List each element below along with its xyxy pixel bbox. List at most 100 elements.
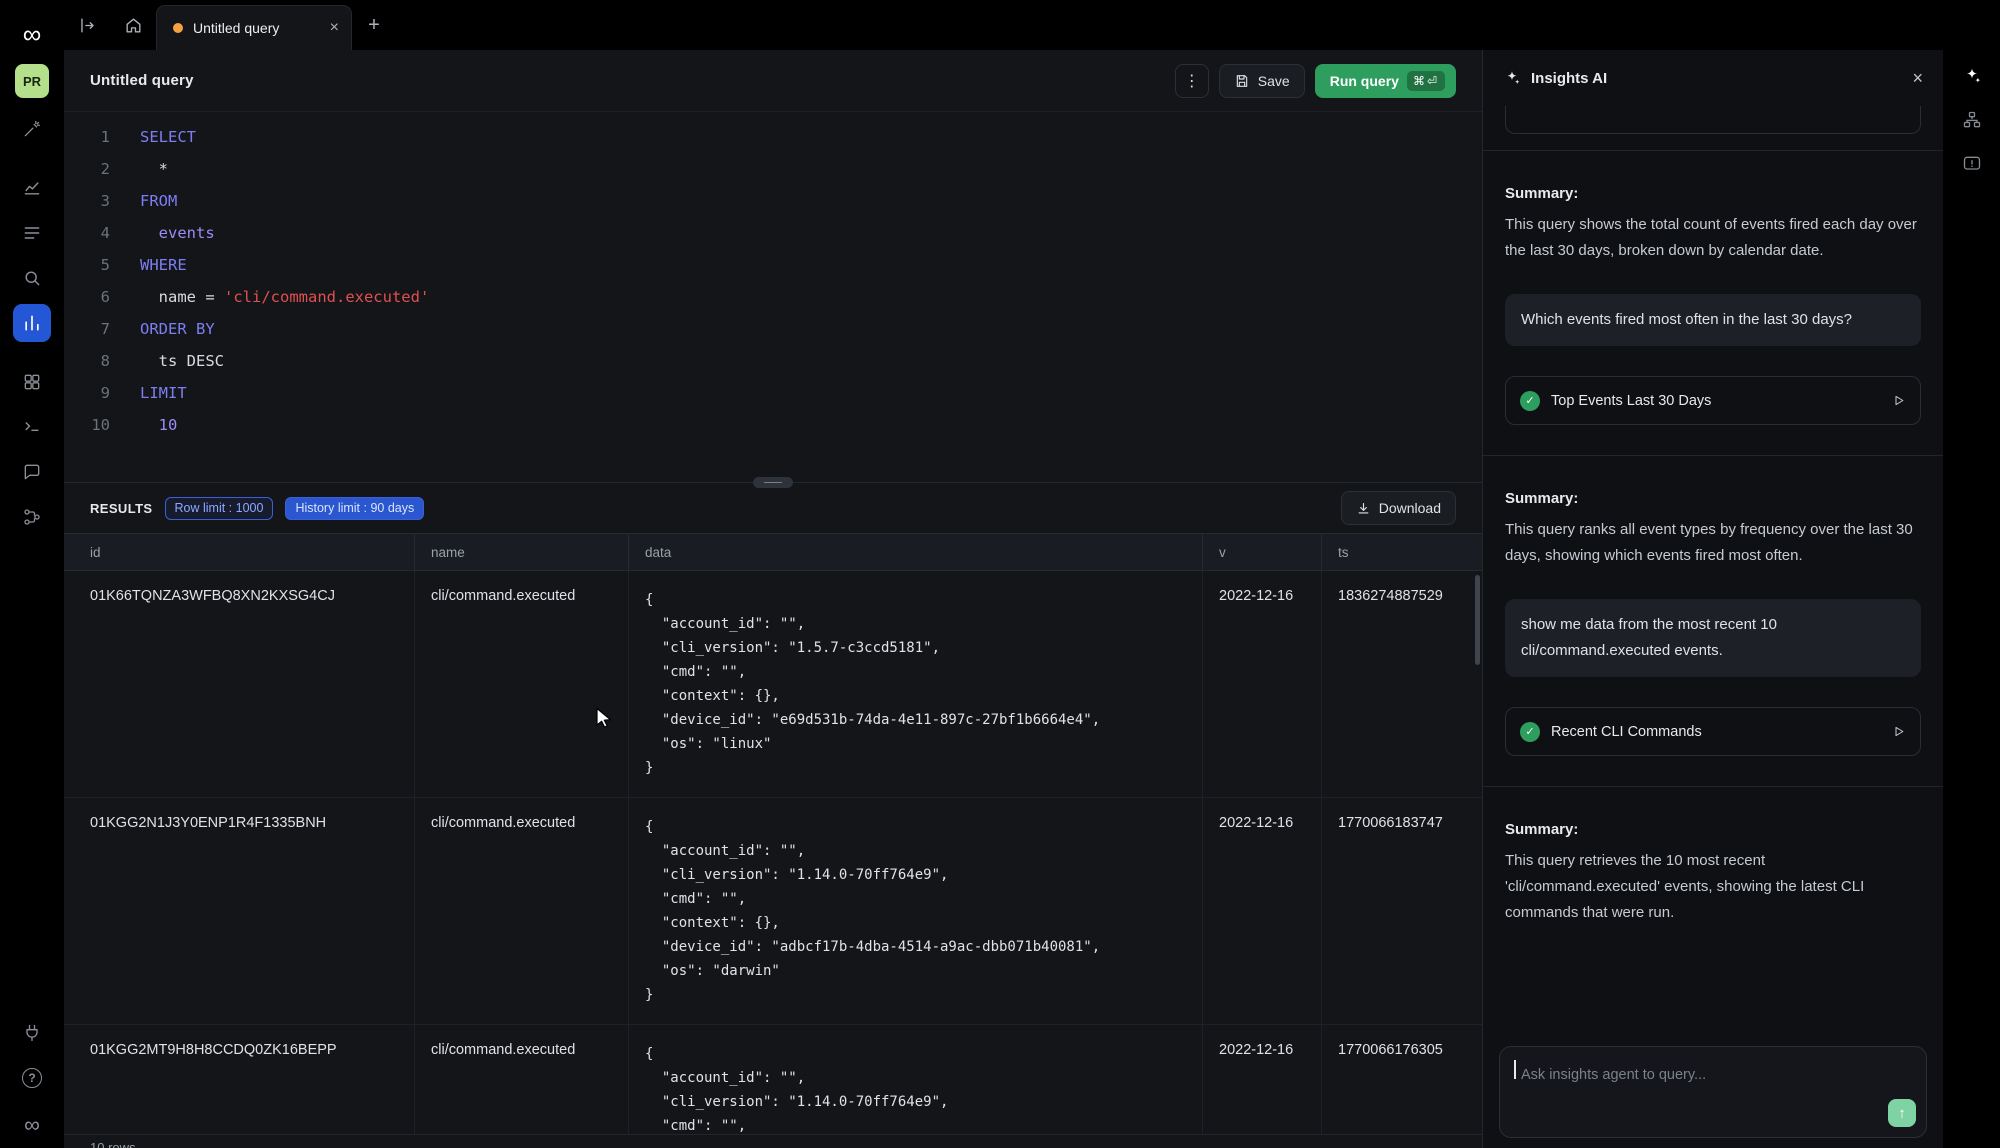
close-insights-icon[interactable]: ×	[1912, 68, 1923, 89]
app-sidebar: ∞ PR ? ∞	[0, 0, 64, 1148]
query-result-card[interactable]: ✓ Top Events Last 30 Days	[1505, 376, 1921, 425]
feedback-icon[interactable]	[1962, 154, 1982, 174]
success-check-icon: ✓	[1520, 722, 1540, 742]
cell-name: cli/command.executed	[414, 1025, 628, 1148]
tab-untitled-query[interactable]: Untitled query ×	[156, 5, 352, 50]
cell-ts: 1836274887529	[1321, 571, 1482, 797]
send-button[interactable]: ↑	[1888, 1099, 1916, 1127]
page-title: Untitled query	[90, 72, 194, 89]
line-number: 5	[64, 256, 110, 274]
summary-text: This query shows the total count of even…	[1505, 212, 1921, 264]
ask-agent-input[interactable]	[1500, 1047, 1926, 1091]
results-title: RESULTS	[90, 501, 153, 516]
success-check-icon: ✓	[1520, 391, 1540, 411]
row-limit-badge[interactable]: Row limit : 1000	[165, 497, 274, 520]
cell-name: cli/command.executed	[414, 798, 628, 1024]
magic-wand-icon[interactable]	[13, 110, 51, 148]
sidebar-toggle-icon[interactable]	[64, 0, 110, 50]
table-row[interactable]: 01KGG2MT9H8H8CCDQ0ZK16BEPP cli/command.e…	[64, 1025, 1482, 1148]
new-tab-button[interactable]: +	[352, 0, 396, 50]
home-icon[interactable]	[110, 0, 156, 50]
play-icon[interactable]	[1891, 724, 1906, 739]
run-query-button[interactable]: Run query ⌘⏎	[1315, 64, 1456, 98]
bar-chart-icon-active[interactable]	[13, 304, 51, 342]
code-line: 10 10	[64, 409, 1482, 441]
insights-ai-icon[interactable]	[1962, 66, 1982, 86]
cell-data: { "account_id": "", "cli_version": "1.14…	[628, 798, 1202, 1024]
schema-tree-icon[interactable]	[1962, 110, 1982, 130]
workflow-icon[interactable]	[13, 498, 51, 536]
summary-label: Summary:	[1505, 490, 1921, 507]
table-header: id name data v ts	[64, 533, 1482, 571]
download-button[interactable]: Download	[1341, 491, 1456, 525]
section-divider	[1483, 786, 1943, 787]
more-options-button[interactable]: ⋮	[1175, 64, 1209, 98]
sparkle-icon	[1503, 69, 1521, 87]
insights-conversation[interactable]: Summary: This query shows the total coun…	[1483, 106, 1943, 1046]
line-number: 1	[64, 128, 110, 146]
chat-icon[interactable]	[13, 453, 51, 491]
column-header-ts[interactable]: ts	[1321, 534, 1482, 570]
rows-list-icon[interactable]	[13, 214, 51, 252]
workspace-avatar[interactable]: PR	[15, 64, 49, 98]
insights-header: Insights AI ×	[1483, 50, 1943, 106]
line-number: 9	[64, 384, 110, 402]
code-line: 5WHERE	[64, 249, 1482, 281]
cell-id: 01K66TQNZA3WFBQ8XN2KXSG4CJ	[64, 571, 414, 797]
history-limit-badge[interactable]: History limit : 90 days	[285, 497, 424, 520]
summary-text: This query retrieves the 10 most recent …	[1505, 848, 1921, 926]
summary-text: This query ranks all event types by freq…	[1505, 517, 1921, 569]
plug-icon[interactable]	[13, 1014, 51, 1052]
scrolled-card-fragment	[1505, 106, 1921, 134]
line-number: 2	[64, 160, 110, 178]
code-line: 1SELECT	[64, 121, 1482, 153]
save-button[interactable]: Save	[1219, 64, 1305, 98]
cell-ts: 1770066176305	[1321, 1025, 1482, 1148]
cell-data: { "account_id": "", "cli_version": "1.5.…	[628, 571, 1202, 797]
column-header-v[interactable]: v	[1202, 534, 1321, 570]
panel-resize-handle[interactable]	[753, 477, 793, 488]
column-header-id[interactable]: id	[64, 534, 414, 570]
line-number: 8	[64, 352, 110, 370]
sql-editor[interactable]: 1SELECT 2 * 3FROM 4 events 5WHERE 6 name…	[64, 112, 1482, 482]
tab-close-icon[interactable]: ×	[330, 19, 339, 37]
query-workspace: Untitled query ⋮ Save Run query ⌘⏎ 1SELE…	[64, 50, 1482, 1148]
code-line: 7ORDER BY	[64, 313, 1482, 345]
line-number: 3	[64, 192, 110, 210]
trend-chart-icon[interactable]	[13, 169, 51, 207]
table-row[interactable]: 01KGG2N1J3Y0ENP1R4F1335BNH cli/command.e…	[64, 798, 1482, 1025]
column-header-name[interactable]: name	[414, 534, 628, 570]
terminal-icon[interactable]	[13, 408, 51, 446]
code-line: 2 *	[64, 153, 1482, 185]
table-row[interactable]: 01K66TQNZA3WFBQ8XN2KXSG4CJ cli/command.e…	[64, 571, 1482, 798]
query-header: Untitled query ⋮ Save Run query ⌘⏎	[64, 50, 1482, 112]
insights-chat-input[interactable]: ↑	[1499, 1046, 1927, 1138]
unsaved-changes-dot-icon	[173, 23, 183, 33]
grid-apps-icon[interactable]	[13, 363, 51, 401]
results-panel: RESULTS Row limit : 1000 History limit :…	[64, 482, 1482, 1148]
table-body: 01K66TQNZA3WFBQ8XN2KXSG4CJ cli/command.e…	[64, 571, 1482, 1148]
line-number: 6	[64, 288, 110, 306]
cell-data: { "account_id": "", "cli_version": "1.14…	[628, 1025, 1202, 1148]
column-header-data[interactable]: data	[628, 534, 1202, 570]
results-toolbar: RESULTS Row limit : 1000 History limit :…	[64, 483, 1482, 533]
table-scrollbar[interactable]	[1475, 575, 1480, 665]
run-shortcut-keycap: ⌘⏎	[1407, 71, 1445, 91]
app-logo-icon: ∞	[23, 14, 42, 54]
save-icon	[1234, 73, 1250, 89]
play-icon[interactable]	[1891, 393, 1906, 408]
cell-ts: 1770066183747	[1321, 798, 1482, 1024]
download-icon	[1356, 501, 1371, 516]
help-icon[interactable]: ?	[13, 1059, 51, 1097]
cell-id: 01KGG2N1J3Y0ENP1R4F1335BNH	[64, 798, 414, 1024]
query-result-card[interactable]: ✓ Recent CLI Commands	[1505, 707, 1921, 756]
line-number: 4	[64, 224, 110, 242]
cell-id: 01KGG2MT9H8H8CCDQ0ZK16BEPP	[64, 1025, 414, 1148]
section-divider	[1483, 455, 1943, 456]
search-icon[interactable]	[13, 259, 51, 297]
row-count: 10 rows	[64, 1134, 1482, 1148]
insights-title: Insights AI	[1531, 70, 1607, 87]
code-line: 6 name = 'cli/command.executed'	[64, 281, 1482, 313]
footer-logo-icon: ∞	[24, 1112, 40, 1138]
cell-v: 2022-12-16	[1202, 798, 1321, 1024]
